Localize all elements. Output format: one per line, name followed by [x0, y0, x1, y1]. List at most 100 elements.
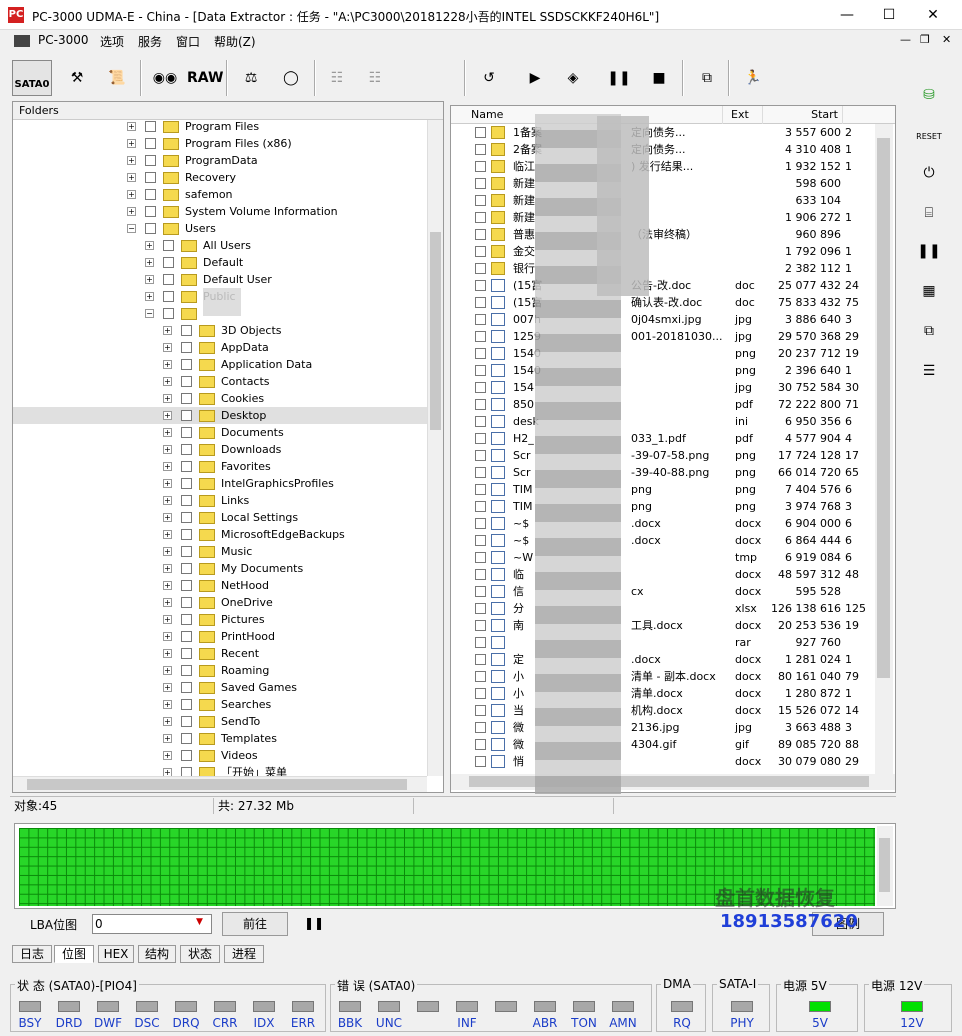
- binoculars-icon[interactable]: ◉◉: [148, 60, 182, 96]
- tree-checkbox[interactable]: [181, 342, 192, 353]
- tab-bitmap[interactable]: 位图: [54, 945, 94, 963]
- file-checkbox[interactable]: [475, 314, 486, 325]
- tab-hex[interactable]: HEX: [98, 945, 134, 963]
- pause-right-icon[interactable]: ❚❚: [911, 236, 947, 266]
- file-checkbox[interactable]: [475, 654, 486, 665]
- file-checkbox[interactable]: [475, 331, 486, 342]
- expand-icon[interactable]: +: [163, 717, 172, 726]
- tree-item[interactable]: + OneDrive: [13, 594, 427, 611]
- pause-map-icon[interactable]: ❚❚: [304, 916, 324, 930]
- file-row[interactable]: 微 4304.gif gif 89 085 720 88: [451, 736, 875, 753]
- file-hscroll-thumb[interactable]: [469, 776, 869, 787]
- expand-icon[interactable]: +: [163, 479, 172, 488]
- flow-icon[interactable]: ◈: [556, 60, 590, 96]
- tree-item[interactable]: + PrintHood: [13, 628, 427, 645]
- tree-item[interactable]: + Local Settings: [13, 509, 427, 526]
- file-checkbox[interactable]: [475, 501, 486, 512]
- file-checkbox[interactable]: [475, 518, 486, 529]
- file-checkbox[interactable]: [475, 484, 486, 495]
- lba-arrow-icon[interactable]: ▼: [196, 917, 203, 927]
- tree-item[interactable]: + Favorites: [13, 458, 427, 475]
- goto-button[interactable]: 前往: [222, 912, 288, 936]
- tab-process[interactable]: 进程: [224, 945, 264, 963]
- tree-checkbox[interactable]: [145, 223, 156, 234]
- expand-icon[interactable]: +: [163, 700, 172, 709]
- mdi-minimize-icon[interactable]: —: [900, 33, 911, 46]
- tree-item[interactable]: + Program Files (x86): [13, 135, 427, 152]
- tree-checkbox[interactable]: [181, 461, 192, 472]
- file-row[interactable]: desk ini 6 950 356 6: [451, 413, 875, 430]
- tree-item[interactable]: + safemon: [13, 186, 427, 203]
- close-button[interactable]: ✕: [910, 0, 956, 30]
- file-row[interactable]: 1备案 定向债务... 3 557 600 2: [451, 124, 875, 141]
- file-checkbox[interactable]: [475, 348, 486, 359]
- file-checkbox[interactable]: [475, 433, 486, 444]
- tree-checkbox[interactable]: [181, 614, 192, 625]
- tree-item[interactable]: + Links: [13, 492, 427, 509]
- expand-icon[interactable]: +: [127, 207, 136, 216]
- file-row[interactable]: 普惠 （法审终稿） 960 896: [451, 226, 875, 243]
- tree-item[interactable]: + SendTo: [13, 713, 427, 730]
- tree-checkbox[interactable]: [181, 359, 192, 370]
- lba-input[interactable]: [92, 914, 212, 934]
- tree-checkbox[interactable]: [181, 495, 192, 506]
- file-checkbox[interactable]: [475, 195, 486, 206]
- file-checkbox[interactable]: [475, 705, 486, 716]
- tree-checkbox[interactable]: [181, 648, 192, 659]
- file-vscrollbar[interactable]: [875, 124, 893, 774]
- tree-checkbox[interactable]: [163, 291, 174, 302]
- tree-item[interactable]: − Users: [13, 220, 427, 237]
- expand-icon[interactable]: +: [163, 428, 172, 437]
- tree-item[interactable]: + Recovery: [13, 169, 427, 186]
- menu-pc3000[interactable]: PC-3000: [38, 33, 88, 47]
- expand-icon[interactable]: +: [163, 564, 172, 573]
- tree-item[interactable]: + Videos: [13, 747, 427, 764]
- file-row[interactable]: 850 pdf 72 222 800 71: [451, 396, 875, 413]
- expand-icon[interactable]: +: [163, 343, 172, 352]
- tree-item[interactable]: + Contacts: [13, 373, 427, 390]
- expand-icon[interactable]: +: [163, 377, 172, 386]
- disk-icon[interactable]: ◯: [274, 60, 308, 96]
- file-checkbox[interactable]: [475, 127, 486, 138]
- file-checkbox[interactable]: [475, 586, 486, 597]
- tree-checkbox[interactable]: [181, 580, 192, 591]
- chip-icon[interactable]: ▦: [911, 276, 947, 306]
- tree-checkbox[interactable]: [181, 750, 192, 761]
- tree-item[interactable]: + AppData: [13, 339, 427, 356]
- file-row[interactable]: ~$ .docx docx 6 904 000 6: [451, 515, 875, 532]
- file-row[interactable]: ~$ .docx docx 6 864 444 6: [451, 532, 875, 549]
- file-checkbox[interactable]: [475, 620, 486, 631]
- mdi-restore-icon[interactable]: ❐: [920, 33, 930, 46]
- tree-item[interactable]: +3D Objects: [13, 322, 427, 339]
- expand-icon[interactable]: +: [127, 173, 136, 182]
- file-checkbox[interactable]: [475, 688, 486, 699]
- tree-item[interactable]: + All Users: [13, 237, 427, 254]
- tree-hscroll-thumb[interactable]: [27, 779, 407, 790]
- database-icon[interactable]: ⛁: [911, 80, 947, 110]
- file-row[interactable]: 临 docx 48 597 312 48: [451, 566, 875, 583]
- file-checkbox[interactable]: [475, 603, 486, 614]
- tree-add-icon[interactable]: ☷: [358, 60, 392, 96]
- file-row[interactable]: 小清单 - 副本.docx docx 80 161 040 79: [451, 668, 875, 685]
- file-row[interactable]: 007h 0j04smxi.jpg jpg 3 886 640 3: [451, 311, 875, 328]
- tree-checkbox[interactable]: [181, 682, 192, 693]
- tree-item[interactable]: + Searches: [13, 696, 427, 713]
- tree-checkbox[interactable]: [145, 138, 156, 149]
- tree-checkbox[interactable]: [181, 393, 192, 404]
- tree-checkbox[interactable]: [181, 563, 192, 574]
- tree-checkbox[interactable]: [181, 631, 192, 642]
- file-row[interactable]: 新建 1 906 272 1: [451, 209, 875, 226]
- file-row[interactable]: Scr -39-07-58.png png 17 724 128 17: [451, 447, 875, 464]
- file-row[interactable]: 信 cx docx 595 528: [451, 583, 875, 600]
- tree-checkbox[interactable]: [163, 308, 174, 319]
- minimize-button[interactable]: —: [824, 0, 870, 30]
- file-checkbox[interactable]: [475, 144, 486, 155]
- tree-vscrollbar[interactable]: [427, 120, 443, 776]
- tree-checkbox[interactable]: [163, 257, 174, 268]
- file-checkbox[interactable]: [475, 416, 486, 427]
- expand-icon[interactable]: +: [163, 632, 172, 641]
- file-checkbox[interactable]: [475, 552, 486, 563]
- expand-icon[interactable]: +: [163, 649, 172, 658]
- file-checkbox[interactable]: [475, 450, 486, 461]
- file-row[interactable]: 银行 2 382 112 1: [451, 260, 875, 277]
